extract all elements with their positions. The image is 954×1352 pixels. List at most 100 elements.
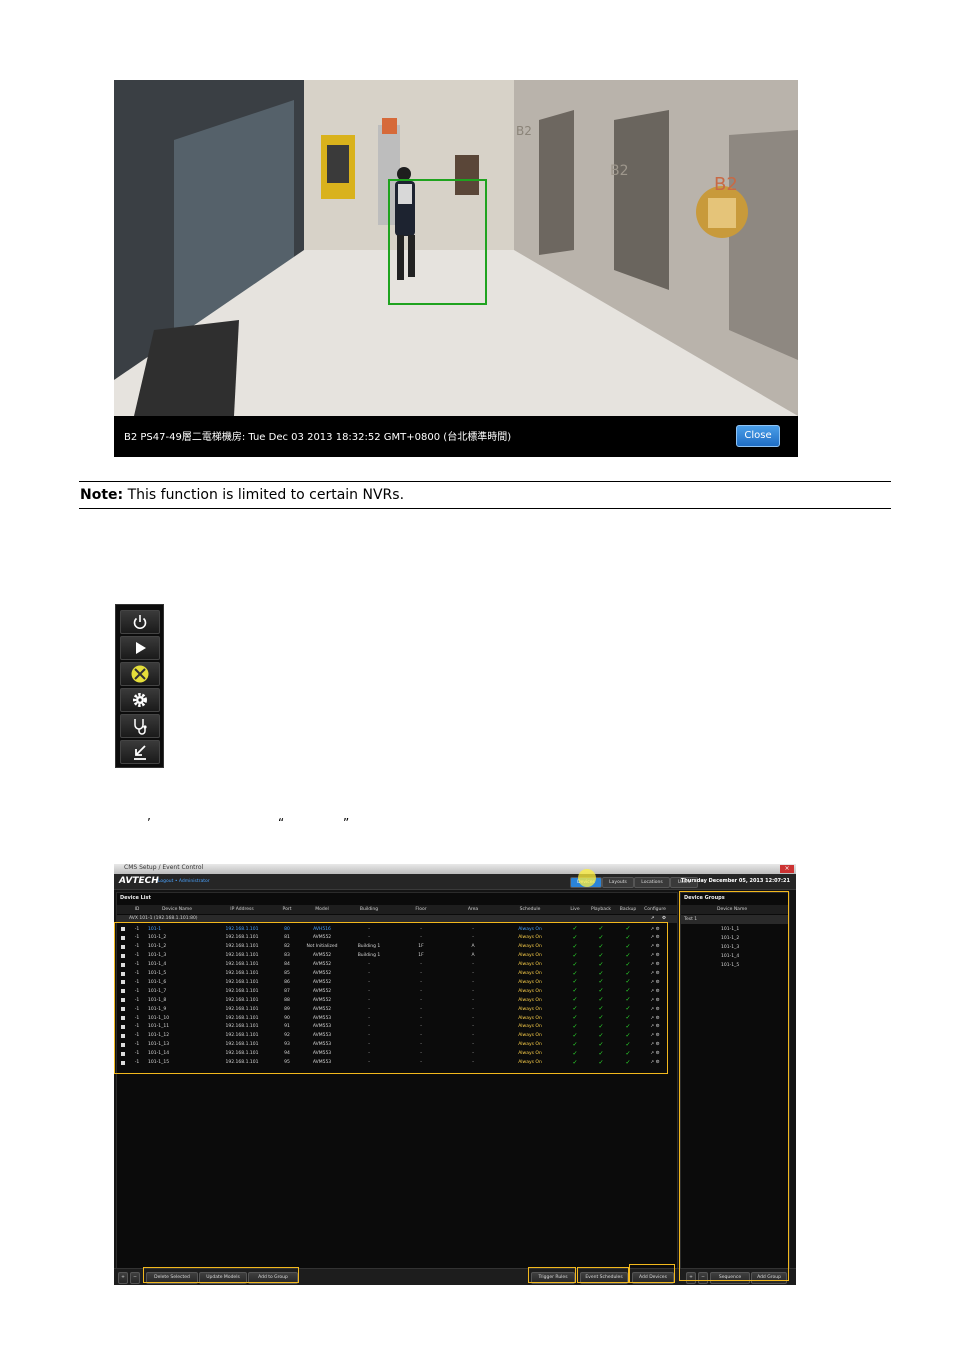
playback-check[interactable]: ✓ bbox=[598, 996, 603, 1003]
live-check[interactable]: ✓ bbox=[572, 987, 577, 994]
backup-check[interactable]: ✓ bbox=[625, 978, 630, 985]
live-check[interactable]: ✓ bbox=[572, 1014, 577, 1021]
group-device-item[interactable]: 101-1_2 bbox=[721, 936, 739, 941]
add-group-button[interactable]: Add Group bbox=[751, 1272, 787, 1284]
configure-tools[interactable]: ↗ ⚙ bbox=[650, 962, 659, 967]
table-row[interactable]: -1 101-1_14 192.168.1.101 94 AVM553 - - - Always… bbox=[117, 1050, 677, 1059]
power-button[interactable] bbox=[120, 610, 160, 634]
table-row[interactable]: -1 101-1_4 192.168.1.101 84 AVM552 - - - Always … bbox=[117, 961, 677, 970]
column-header[interactable]: Schedule bbox=[520, 907, 541, 912]
add-group-row-button[interactable]: + bbox=[686, 1272, 696, 1284]
row-checkbox[interactable] bbox=[121, 1051, 125, 1056]
backup-check[interactable]: ✓ bbox=[625, 934, 630, 941]
live-check[interactable]: ✓ bbox=[572, 970, 577, 977]
row-checkbox[interactable] bbox=[121, 998, 125, 1003]
backup-check[interactable]: ✓ bbox=[625, 1005, 630, 1012]
backup-check[interactable]: ✓ bbox=[625, 952, 630, 959]
table-row[interactable]: -1 101-1_3 192.168.1.101 83 AVM552 Building 1… bbox=[117, 952, 677, 961]
backup-check[interactable]: ✓ bbox=[625, 925, 630, 932]
playback-check[interactable]: ✓ bbox=[598, 934, 603, 941]
configure-tools[interactable]: ↗ ⚙ bbox=[650, 1016, 659, 1021]
add-devices-button[interactable]: Add Devices bbox=[632, 1272, 674, 1284]
row-checkbox[interactable] bbox=[121, 962, 125, 967]
event-schedules-button[interactable]: Event Schedules bbox=[580, 1272, 628, 1284]
live-check[interactable]: ✓ bbox=[572, 1059, 577, 1066]
playback-check[interactable]: ✓ bbox=[598, 961, 603, 968]
live-check[interactable]: ✓ bbox=[572, 934, 577, 941]
live-check[interactable]: ✓ bbox=[572, 943, 577, 950]
playback-check[interactable]: ✓ bbox=[598, 1023, 603, 1030]
column-header[interactable]: Playback bbox=[591, 907, 611, 912]
backup-check[interactable]: ✓ bbox=[625, 1050, 630, 1057]
table-row[interactable]: -1 101-1_9 192.168.1.101 89 AVM552 - - - Always … bbox=[117, 1005, 677, 1014]
row-checkbox[interactable] bbox=[121, 1024, 125, 1029]
close-button[interactable]: Close bbox=[736, 425, 780, 447]
backup-check[interactable]: ✓ bbox=[625, 1041, 630, 1048]
download-button[interactable] bbox=[120, 740, 160, 764]
configure-tools[interactable]: ↗ ⚙ bbox=[650, 971, 659, 976]
update-models-button[interactable]: Update Models bbox=[199, 1272, 247, 1284]
tab-layouts[interactable]: Layouts bbox=[602, 877, 634, 888]
row-checkbox[interactable] bbox=[121, 1016, 125, 1020]
backup-check[interactable]: ✓ bbox=[625, 970, 630, 977]
settings-button[interactable] bbox=[120, 688, 160, 712]
playback-check[interactable]: ✓ bbox=[598, 1041, 603, 1048]
setup-button[interactable] bbox=[120, 662, 160, 686]
table-row[interactable]: -1 101-1_11 192.168.1.101 91 AVM553 - - - Always… bbox=[117, 1023, 677, 1032]
live-check[interactable]: ✓ bbox=[572, 978, 577, 985]
playback-check[interactable]: ✓ bbox=[598, 952, 603, 959]
playback-check[interactable]: ✓ bbox=[598, 987, 603, 994]
window-close-button[interactable]: × bbox=[780, 865, 794, 873]
playback-check[interactable]: ✓ bbox=[598, 925, 603, 932]
device-group-row[interactable]: Test 1 bbox=[681, 915, 789, 924]
configure-tools[interactable]: ↗ ⚙ bbox=[650, 935, 659, 940]
configure-tools[interactable]: ↗ ⚙ bbox=[650, 998, 659, 1003]
row-checkbox[interactable] bbox=[121, 971, 125, 976]
row-checkbox[interactable] bbox=[121, 944, 125, 949]
backup-check[interactable]: ✓ bbox=[625, 943, 630, 950]
table-row[interactable]: -1 101-1_13 192.168.1.101 93 AVM553 - - - Always… bbox=[117, 1041, 677, 1050]
column-header[interactable]: Backup bbox=[620, 907, 637, 912]
playback-check[interactable]: ✓ bbox=[598, 970, 603, 977]
table-row[interactable]: -1 101-1_10 192.168.1.101 90 AVM553 - - - Always… bbox=[117, 1014, 677, 1023]
login-info[interactable]: Logout • Administrator bbox=[158, 879, 210, 884]
live-check[interactable]: ✓ bbox=[572, 1005, 577, 1012]
column-header[interactable]: Live bbox=[570, 907, 579, 912]
sequence-button[interactable]: Sequence bbox=[710, 1272, 750, 1284]
table-row[interactable]: -1 101-1_5 192.168.1.101 85 AVM552 - - - Always … bbox=[117, 970, 677, 979]
column-header[interactable]: Device Name bbox=[162, 907, 192, 912]
backup-check[interactable]: ✓ bbox=[625, 961, 630, 968]
column-header[interactable]: Port bbox=[283, 907, 292, 912]
playback-check[interactable]: ✓ bbox=[598, 1050, 603, 1057]
live-check[interactable]: ✓ bbox=[572, 1023, 577, 1030]
row-checkbox[interactable] bbox=[121, 980, 125, 985]
column-header[interactable]: Area bbox=[468, 907, 478, 912]
diagnostics-button[interactable] bbox=[120, 714, 160, 738]
table-row[interactable]: -1 101-1_7 192.168.1.101 87 AVM552 - - - Always … bbox=[117, 987, 677, 996]
column-header[interactable]: Model bbox=[315, 907, 329, 912]
row-checkbox[interactable] bbox=[121, 1060, 125, 1065]
row-checkbox[interactable] bbox=[121, 1007, 125, 1012]
table-row[interactable]: -1 101-1_2 192.168.1.101 81 AVM552 - - - Always … bbox=[117, 934, 677, 943]
column-header[interactable]: Floor bbox=[415, 907, 426, 912]
table-row[interactable]: -1 101-1 192.168.1.101 80 AVH516 - - - Always On… bbox=[117, 925, 677, 934]
table-row[interactable]: -1 101-1_8 192.168.1.101 88 AVM552 - - - Always … bbox=[117, 996, 677, 1005]
row-checkbox[interactable] bbox=[121, 1033, 125, 1038]
table-row[interactable]: -1 101-1_15 192.168.1.101 95 AVM553 - - - Always… bbox=[117, 1059, 677, 1068]
configure-tools[interactable]: ↗ ⚙ bbox=[650, 1033, 659, 1038]
live-check[interactable]: ✓ bbox=[572, 925, 577, 932]
configure-tools[interactable]: ↗ ⚙ bbox=[650, 1051, 659, 1056]
playback-button[interactable] bbox=[120, 636, 160, 660]
live-check[interactable]: ✓ bbox=[572, 1050, 577, 1057]
row-checkbox[interactable] bbox=[121, 935, 125, 940]
configure-tools[interactable]: ↗ ⚙ bbox=[650, 1042, 659, 1047]
column-header[interactable]: ID bbox=[135, 907, 140, 912]
configure-tools[interactable]: ↗ ⚙ bbox=[650, 980, 659, 985]
playback-check[interactable]: ✓ bbox=[598, 1059, 603, 1066]
playback-check[interactable]: ✓ bbox=[598, 1032, 603, 1039]
configure-tools[interactable]: ↗ ⚙ bbox=[650, 944, 659, 949]
row-checkbox[interactable] bbox=[121, 953, 125, 958]
table-row[interactable]: -1 101-1_12 192.168.1.101 92 AVM553 - - - Always… bbox=[117, 1032, 677, 1041]
live-check[interactable]: ✓ bbox=[572, 996, 577, 1003]
backup-check[interactable]: ✓ bbox=[625, 1032, 630, 1039]
